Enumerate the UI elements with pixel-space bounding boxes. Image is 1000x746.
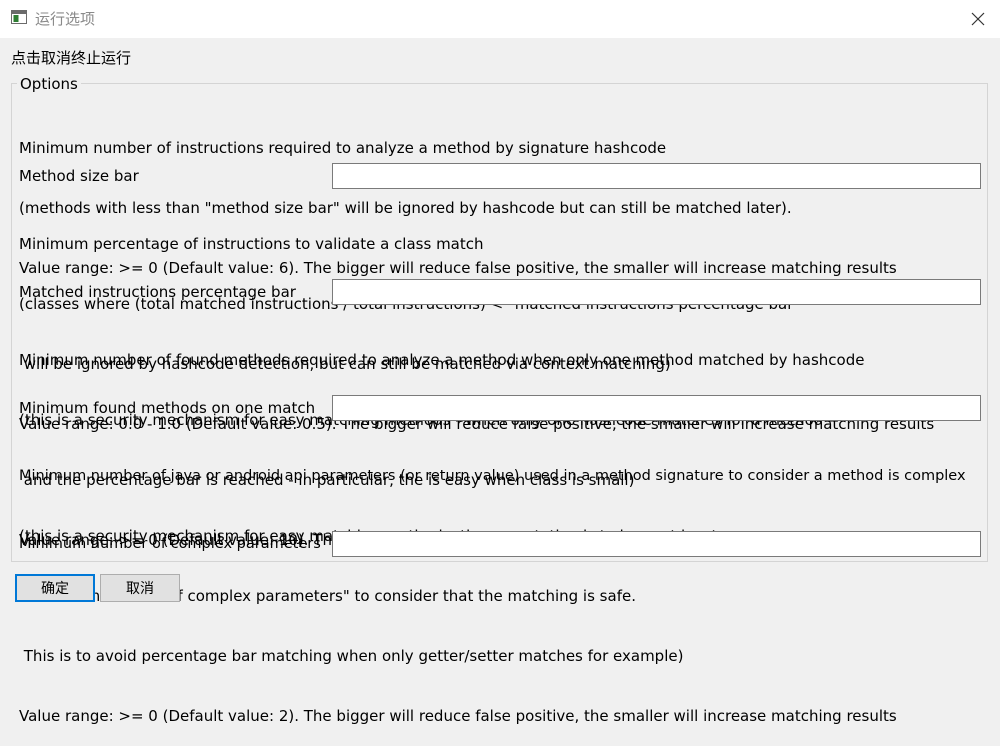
method-size-label: Method size bar	[19, 167, 139, 185]
complex-params-label: Minimum number of complex parameters	[19, 536, 321, 552]
found-methods-input[interactable]	[332, 395, 981, 421]
description-line: Minimum percentage of instructions to va…	[19, 235, 484, 253]
description-line: Value range: >= 0 (Default value: 2). Th…	[19, 707, 897, 725]
complex-params-input[interactable]	[332, 531, 981, 557]
found-methods-label: Minimum found methods on one match	[19, 399, 316, 417]
title-bar: 运行选项	[0, 0, 1000, 38]
window-title: 运行选项	[35, 10, 96, 28]
options-legend: Options	[17, 74, 81, 94]
description-line: Minimum number of instructions required …	[19, 139, 667, 157]
ok-button[interactable]: 确定	[15, 574, 95, 602]
matched-percentage-label: Matched instructions percentage bar	[19, 283, 296, 301]
description-line: This is to avoid percentage bar matching…	[19, 647, 684, 665]
matched-percentage-input[interactable]	[332, 279, 981, 305]
window-app-icon	[11, 10, 27, 24]
close-icon	[971, 12, 985, 26]
method-size-input[interactable]	[332, 163, 981, 189]
close-button[interactable]	[956, 0, 1000, 38]
cancel-hint-text: 点击取消终止运行	[11, 49, 132, 67]
cancel-button[interactable]: 取消	[100, 574, 180, 602]
description-line: Minimum number of found methods required…	[19, 351, 865, 369]
description-line: Minimum number of java or android api pa…	[19, 468, 966, 484]
